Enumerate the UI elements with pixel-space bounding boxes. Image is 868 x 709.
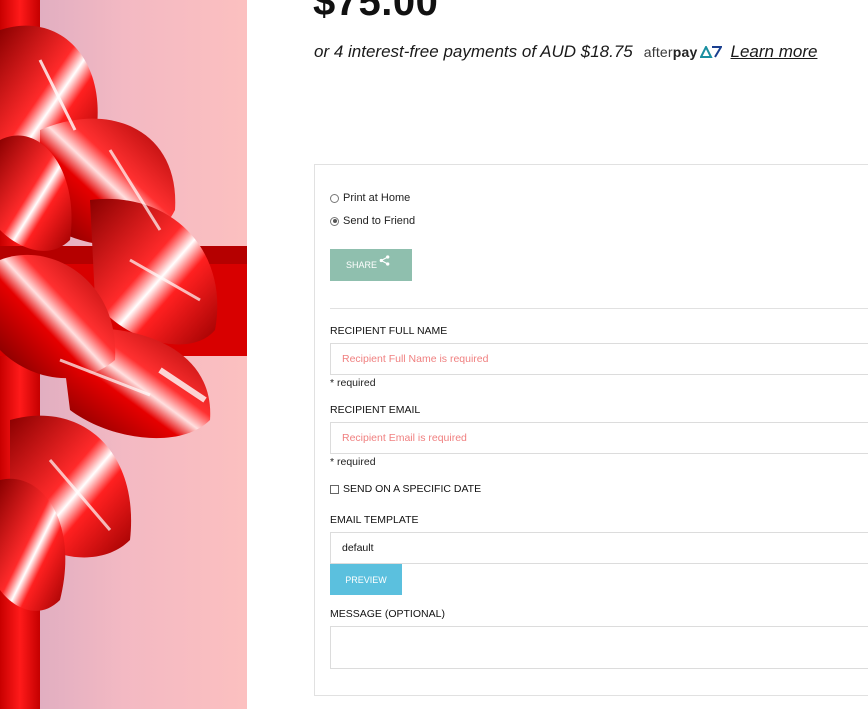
share-button[interactable]: SHARE [330,249,412,281]
radio-label: Print at Home [343,192,411,204]
preview-button[interactable]: PREVIEW [330,564,402,595]
radio-button[interactable] [330,216,339,226]
recipient-email-required-note: * required [330,456,376,468]
radio-button[interactable] [330,193,339,203]
afterpay-installments: or 4 interest-free payments of AUD $18.7… [314,41,817,63]
specific-date-label: SEND ON A SPECIFIC DATE [343,483,482,495]
gift-bow-illustration [0,0,247,709]
learn-more-link[interactable]: Learn more [731,41,818,63]
recipient-name-input[interactable]: Recipient Full Name is required [330,343,868,375]
recipient-email-label: RECIPIENT EMAIL [330,404,421,416]
installments-text: or 4 interest-free payments of AUD $18.7… [314,42,633,61]
gift-card-image [0,0,247,709]
specific-date-option[interactable]: SEND ON A SPECIFIC DATE [330,483,481,495]
section-divider [330,308,868,309]
share-button-label: SHARE [346,260,378,270]
message-label: MESSAGE (OPTIONAL) [330,608,445,620]
email-template-select[interactable]: default [330,532,868,564]
radio-print-at-home[interactable]: Print at Home [330,192,410,204]
recipient-name-label: RECIPIENT FULL NAME [330,325,448,337]
radio-label: Send to Friend [343,215,416,227]
product-price: $75.00 [313,0,439,24]
recipient-name-required-note: * required [330,377,376,389]
afterpay-arrows-icon [699,46,722,58]
share-icon [379,254,390,266]
message-textarea[interactable] [330,626,868,669]
radio-send-to-friend[interactable]: Send to Friend [330,215,415,227]
recipient-email-input[interactable]: Recipient Email is required [330,422,868,454]
afterpay-logo: after pay [644,41,722,63]
specific-date-checkbox[interactable] [330,484,339,494]
product-page: $75.00 or 4 interest-free payments of AU… [0,0,868,709]
email-template-label: EMAIL TEMPLATE [330,514,419,526]
